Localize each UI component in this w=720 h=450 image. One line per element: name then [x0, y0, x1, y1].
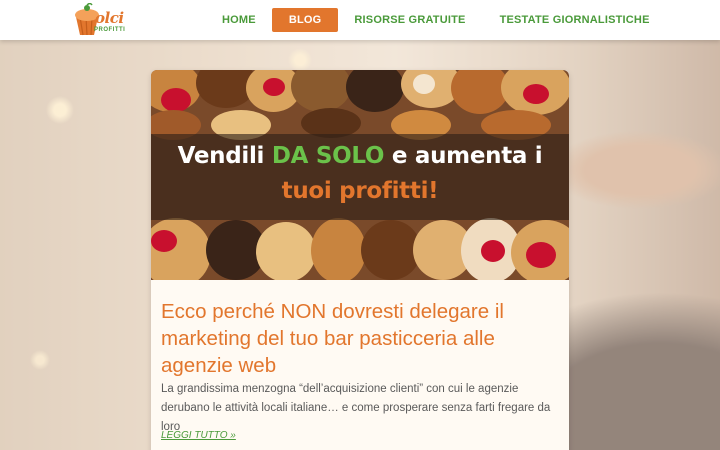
- post-title[interactable]: Ecco perché NON dovresti delegare il mar…: [161, 298, 561, 379]
- nav-blog[interactable]: BLOG: [271, 8, 339, 32]
- hero-headline-line1: Vendili DA SOLO e aumenta i: [177, 143, 543, 169]
- read-more-link[interactable]: LEGGI TUTTO »: [161, 430, 236, 441]
- blog-post-card: Vendili DA SOLO e aumenta i tuoi profitt…: [151, 70, 569, 450]
- logo-subtext: PROFITTI: [94, 27, 126, 33]
- main-nav: HOME BLOG RISORSE GRATUITE TESTATE GIORN…: [212, 8, 660, 32]
- nav-risorse-gratuite[interactable]: RISORSE GRATUITE: [344, 8, 475, 32]
- hero-headline-line2: tuoi profitti!: [281, 178, 439, 204]
- post-hero-image[interactable]: Vendili DA SOLO e aumenta i tuoi profitt…: [151, 70, 569, 280]
- site-header: olci PROFITTI HOME BLOG RISORSE GRATUITE…: [0, 0, 720, 40]
- logo-text: olci: [95, 9, 124, 27]
- post-excerpt: La grandissima menzogna “dell’acquisizio…: [161, 383, 551, 433]
- nav-testate-giornalistiche[interactable]: TESTATE GIORNALISTICHE: [490, 8, 660, 32]
- nav-home[interactable]: HOME: [212, 8, 266, 32]
- site-logo[interactable]: olci PROFITTI: [72, 3, 128, 37]
